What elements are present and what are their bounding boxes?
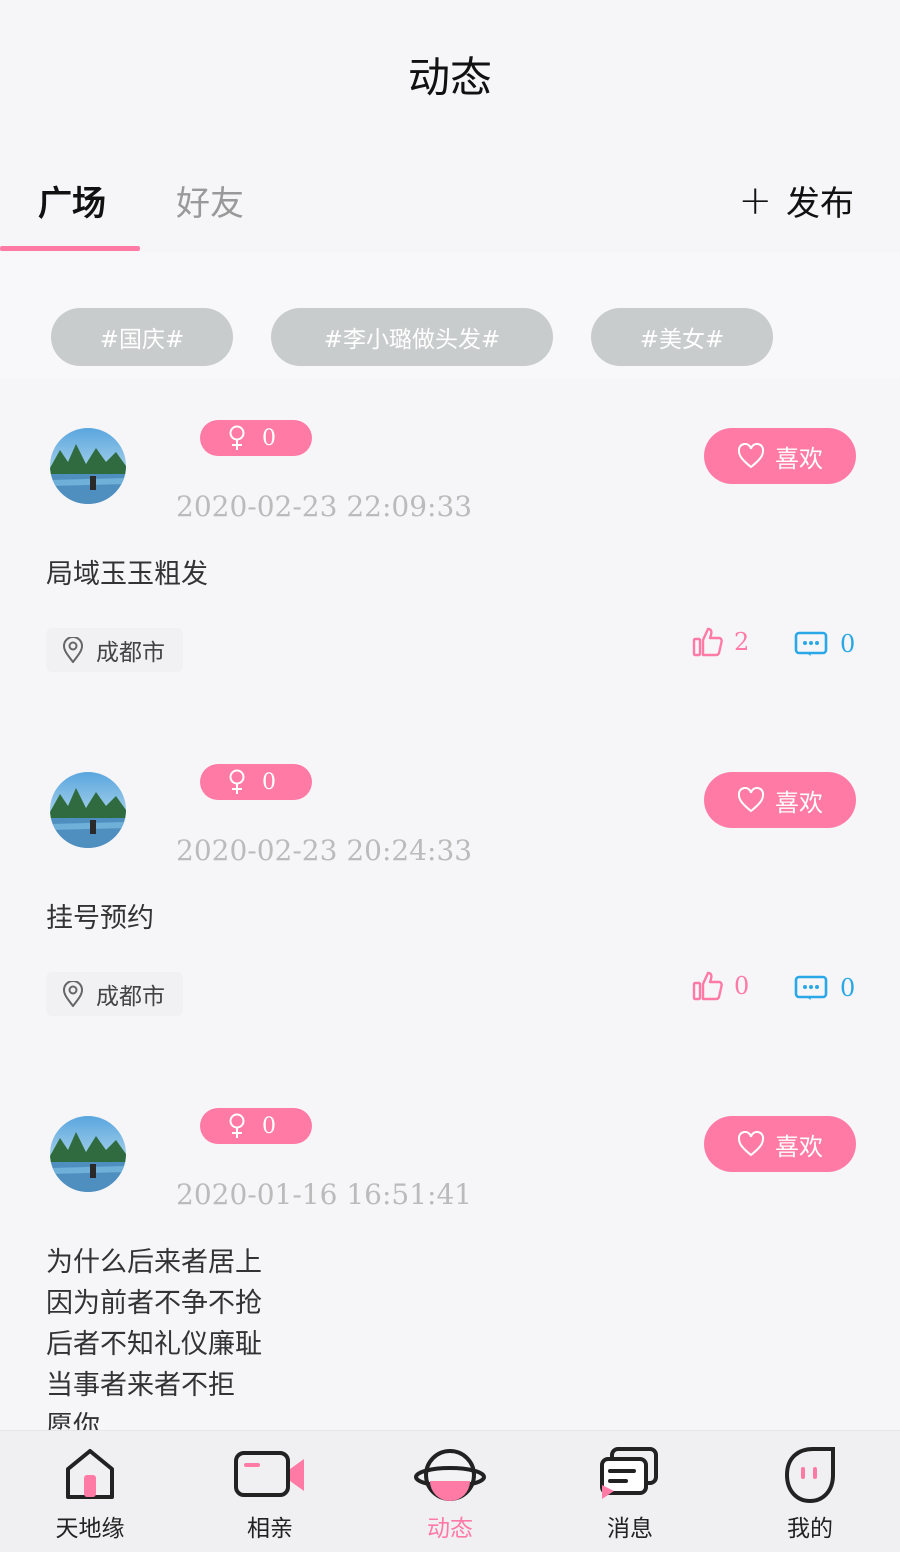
publish-button[interactable]: + 发布 — [738, 176, 854, 225]
like-count: 2 — [734, 628, 750, 656]
nav-profile[interactable]: 我的 — [720, 1431, 900, 1552]
post-time: 2020-01-16 16:51:41 — [176, 1178, 473, 1211]
feed-tabs: 广场 好友 + 发布 — [0, 140, 900, 252]
comment-icon — [794, 975, 828, 1000]
like-button-label: 喜欢 — [775, 444, 823, 473]
nav-moments[interactable]: 动态 — [360, 1431, 540, 1552]
avatar[interactable] — [50, 428, 126, 504]
comment-icon — [794, 631, 828, 656]
post-card[interactable]: 0 2020-02-23 22:09:33 喜欢 局域玉玉粗发 成都市 2 0 — [0, 378, 900, 722]
nav-label: 动态 — [427, 1516, 473, 1542]
title-bar: 动态 — [0, 0, 900, 140]
like-button[interactable]: 喜欢 — [704, 1116, 856, 1172]
like-button[interactable]: 喜欢 — [704, 772, 856, 828]
topic-chip[interactable]: #李小璐做头发# — [271, 308, 553, 366]
topic-chip[interactable]: #美女# — [591, 308, 773, 366]
publish-label: 发布 — [786, 184, 854, 224]
gender-count: 0 — [262, 769, 276, 795]
like-button[interactable]: 喜欢 — [704, 428, 856, 484]
nav-label: 我的 — [787, 1516, 833, 1542]
chat-icon — [600, 1447, 658, 1499]
thumbs-up-count[interactable]: 2 — [692, 626, 749, 658]
like-button-label: 喜欢 — [775, 788, 823, 817]
page-title: 动态 — [407, 53, 492, 102]
profile-face-icon — [784, 1447, 835, 1504]
avatar[interactable] — [50, 1116, 126, 1192]
like-button-label: 喜欢 — [775, 1132, 823, 1161]
tab-square[interactable]: 广场 — [38, 176, 106, 225]
home-icon — [66, 1449, 114, 1499]
female-icon — [229, 425, 245, 450]
topic-bar: #国庆# #李小璐做头发# #美女# — [0, 252, 900, 378]
post-content: 挂号预约 — [46, 903, 154, 934]
plus-icon: + — [738, 177, 772, 224]
location-pin-icon — [62, 981, 84, 1007]
active-tab-indicator — [0, 246, 140, 251]
location-tag[interactable]: 成都市 — [46, 628, 183, 672]
post-time: 2020-02-23 22:09:33 — [176, 490, 473, 523]
gender-count: 0 — [262, 1113, 276, 1139]
post-content: 局域玉玉粗发 — [46, 559, 208, 590]
nav-dating[interactable]: 相亲 — [180, 1431, 360, 1552]
gender-badge: 0 — [200, 420, 312, 456]
post-content: 为什么后来者居上 因为前者不争不抢 后者不知礼仪廉耻 当事者来者不拒 愿你 — [46, 1247, 262, 1430]
location-pin-icon — [62, 637, 84, 663]
thumbs-up-icon — [692, 971, 723, 1001]
bottom-nav: 天地缘 相亲 动态 消息 我的 — [0, 1430, 900, 1552]
avatar[interactable] — [50, 772, 126, 848]
gender-badge: 0 — [200, 764, 312, 800]
heart-icon — [737, 787, 765, 813]
location-label: 成都市 — [96, 640, 165, 666]
thumbs-up-count[interactable]: 0 — [692, 970, 749, 1002]
comment-count-value: 0 — [840, 974, 856, 1002]
nav-messages[interactable]: 消息 — [540, 1431, 720, 1552]
tab-friends[interactable]: 好友 — [176, 176, 244, 225]
heart-icon — [737, 1131, 765, 1157]
video-camera-icon — [234, 1451, 304, 1497]
nav-label: 天地缘 — [55, 1516, 125, 1542]
post-card[interactable]: 0 2020-02-23 20:24:33 喜欢 挂号预约 成都市 0 0 — [0, 722, 900, 1066]
comment-count-value: 0 — [840, 630, 856, 658]
comment-count[interactable]: 0 — [794, 974, 855, 1002]
female-icon — [229, 1113, 245, 1138]
post-card[interactable]: 0 2020-01-16 16:51:41 喜欢 为什么后来者居上 因为前者不争… — [0, 1066, 900, 1430]
post-feed[interactable]: 0 2020-02-23 22:09:33 喜欢 局域玉玉粗发 成都市 2 0 … — [0, 378, 900, 1430]
comment-count[interactable]: 0 — [794, 630, 855, 658]
heart-icon — [737, 443, 765, 469]
gender-badge: 0 — [200, 1108, 312, 1144]
post-time: 2020-02-23 20:24:33 — [176, 834, 473, 867]
topic-chip[interactable]: #国庆# — [51, 308, 233, 366]
female-icon — [229, 769, 245, 794]
gender-count: 0 — [262, 425, 276, 451]
location-label: 成都市 — [96, 984, 165, 1010]
nav-label: 消息 — [607, 1516, 653, 1542]
nav-home[interactable]: 天地缘 — [0, 1431, 180, 1552]
like-count: 0 — [734, 972, 750, 1000]
nav-label: 相亲 — [247, 1516, 293, 1542]
thumbs-up-icon — [692, 627, 723, 657]
planet-icon — [414, 1449, 486, 1501]
location-tag[interactable]: 成都市 — [46, 972, 183, 1016]
